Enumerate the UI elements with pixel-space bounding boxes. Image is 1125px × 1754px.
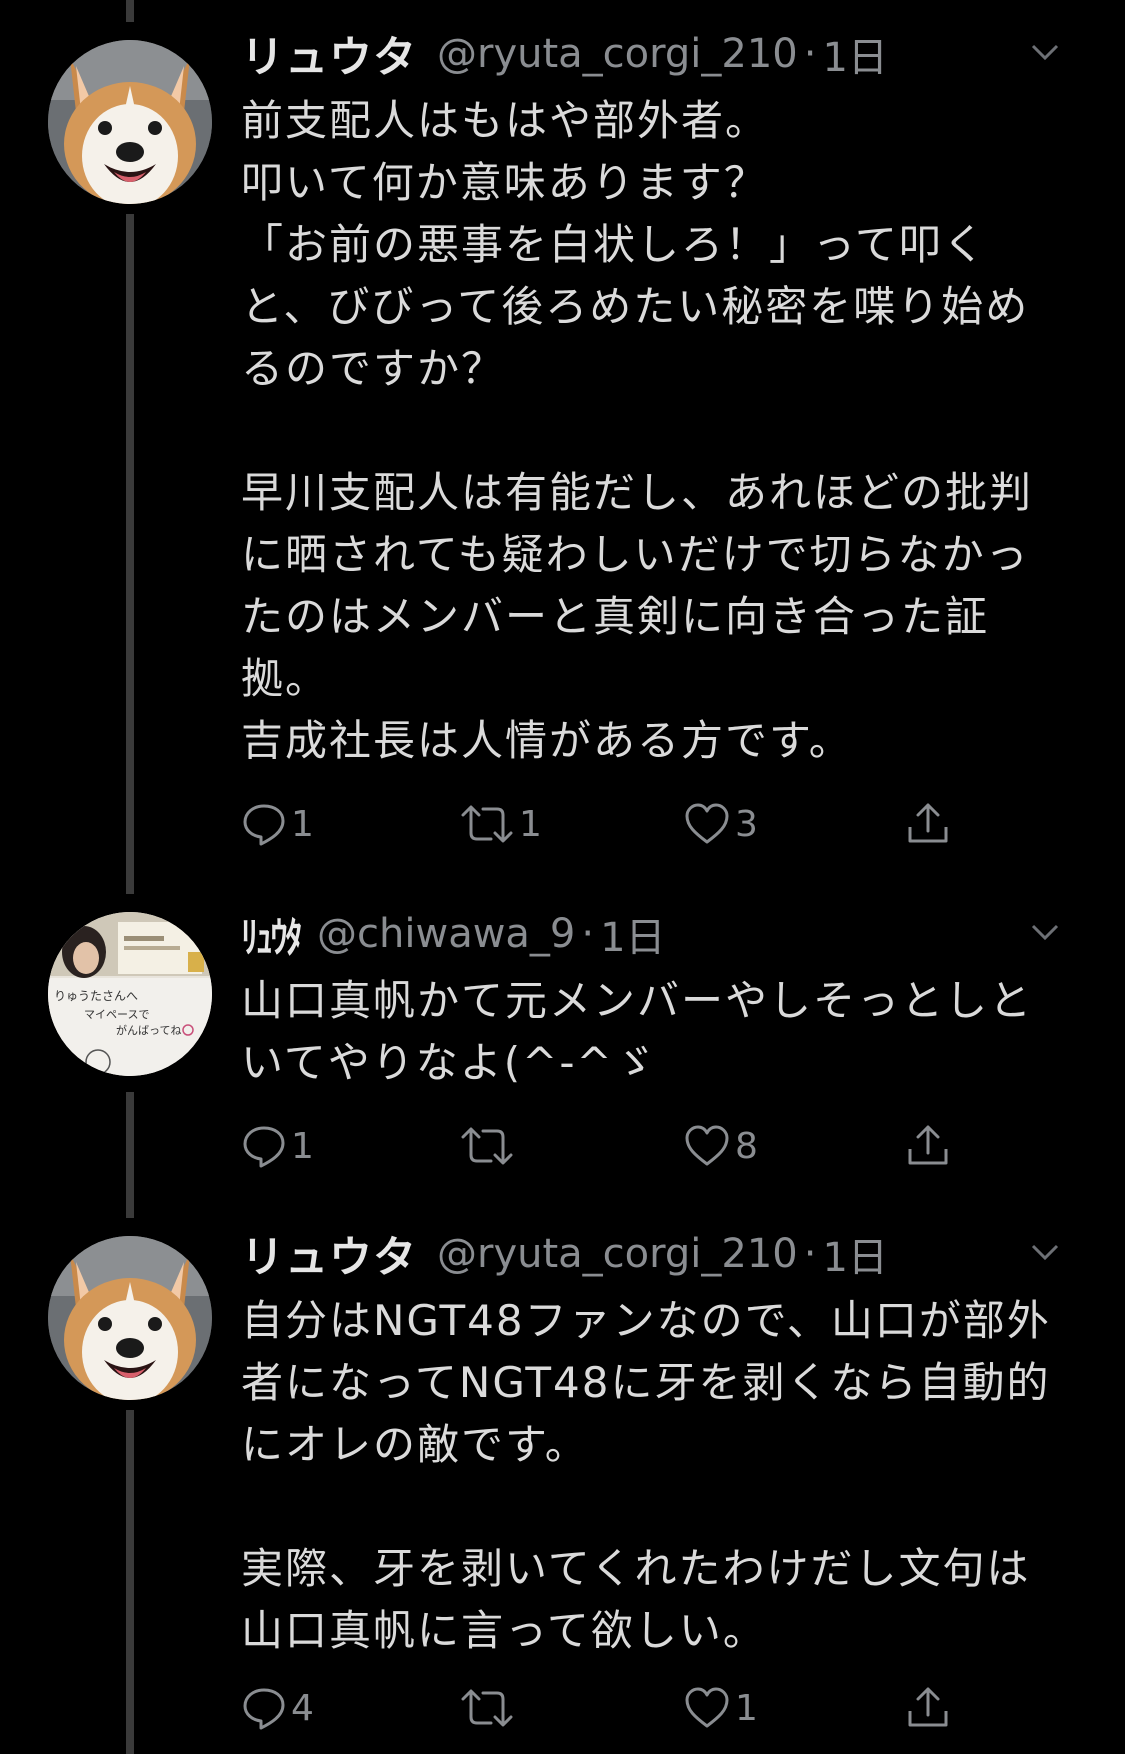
separator: ·: [581, 911, 595, 957]
text-line: 前支配人はもはや部外者。: [241, 96, 770, 145]
retweet-icon: [461, 1127, 513, 1165]
avatar[interactable]: [48, 1236, 212, 1400]
tweet-actions: 4 1: [241, 1678, 1001, 1738]
avatar-note-line: りゅうたさんへ: [54, 989, 138, 1003]
tweet-actions: 1 8: [241, 1116, 1001, 1176]
user-handle[interactable]: @ryuta_corgi_210: [437, 1231, 798, 1277]
tweet-text: 前支配人はもはや部外者。 叩いて何か意味あります？ 「お前の悪事を白状しろ！」っ…: [241, 90, 1081, 772]
like-button[interactable]: 3: [683, 794, 758, 854]
retweet-icon: [461, 805, 513, 843]
text-line: 叩いて何か意味あります？: [241, 158, 768, 207]
retweet-button[interactable]: [459, 1678, 519, 1738]
share-button[interactable]: [905, 794, 951, 854]
share-button[interactable]: [905, 1678, 951, 1738]
retweet-count: 1: [519, 803, 542, 845]
reply-icon: [243, 804, 285, 846]
heart-icon: [685, 1125, 729, 1166]
reply-icon: [243, 1126, 285, 1168]
chevron-down-icon[interactable]: [1025, 32, 1065, 72]
chevron-down-icon[interactable]: [1025, 912, 1065, 952]
share-icon: [908, 803, 948, 843]
avatar-note-line: マイペースで: [84, 1008, 149, 1021]
photo-avatar-image: りゅうたさんへ マイペースで がんばってね: [48, 912, 212, 1076]
retweet-icon: [461, 1689, 513, 1727]
tweet-header: リュウタ @ryuta_corgi_210 · 1日: [241, 24, 1065, 84]
separator: ·: [803, 31, 817, 77]
tweet-text: 自分はNGT48ファンなので、山口が部外 者になってNGT48に牙を剥くなら自動…: [241, 1290, 1081, 1662]
reply-button[interactable]: 1: [241, 1116, 314, 1176]
text-line: にオレの敵です。: [241, 1420, 589, 1469]
user-handle[interactable]: @ryuta_corgi_210: [437, 31, 798, 77]
reply-button[interactable]: 1: [241, 794, 314, 854]
text-line: いてやりなよ(^-^ゞ: [241, 1038, 658, 1087]
text-line: 「お前の悪事を白状しろ！」って叩く: [241, 220, 987, 269]
share-button[interactable]: [905, 1116, 951, 1176]
text-line: 早川支配人は有能だし、あれほどの批判: [241, 468, 1034, 517]
timestamp[interactable]: 1日: [600, 905, 665, 963]
separator: ·: [803, 1231, 817, 1277]
reply-count: 1: [291, 1125, 314, 1167]
corgi-avatar-image: [48, 40, 212, 204]
text-line: るのですか？: [241, 344, 506, 393]
retweet-button[interactable]: [459, 1116, 519, 1176]
tweet-text: 山口真帆かて元メンバーやしそっとしと いてやりなよ(^-^ゞ: [241, 970, 1081, 1094]
reply-count: 4: [291, 1687, 314, 1729]
text-line: 吉成社長は人情がある方です。: [241, 716, 853, 765]
tweet-header: ﾘｭｳﾀ @chiwawa_9 · 1日: [241, 904, 1065, 964]
display-name[interactable]: ﾘｭｳﾀ: [241, 904, 303, 965]
tweet[interactable]: りゅうたさんへ マイペースで がんばってね ﾘｭｳﾀ @chiwawa_9 · …: [0, 880, 1125, 1200]
user-handle[interactable]: @chiwawa_9: [317, 911, 575, 957]
retweet-button[interactable]: 1: [459, 794, 542, 854]
share-icon: [908, 1687, 948, 1727]
reply-count: 1: [291, 803, 314, 845]
text-line: 実際、牙を剥いてくれたわけだし文句は: [241, 1544, 1031, 1593]
timestamp[interactable]: 1日: [822, 1225, 887, 1283]
chevron-down-icon[interactable]: [1025, 1232, 1065, 1272]
heart-icon: [685, 803, 729, 844]
like-count: 3: [735, 803, 758, 845]
corgi-avatar-image: [48, 1236, 212, 1400]
reply-icon: [243, 1688, 285, 1730]
heart-icon: [685, 1687, 729, 1728]
tweet-actions: 1 1 3: [241, 794, 1001, 854]
text-line: 山口真帆に言って欲しい。: [241, 1606, 767, 1655]
like-button[interactable]: 8: [683, 1116, 758, 1176]
text-line: 拠。: [241, 654, 330, 703]
text-line: 者になってNGT48に牙を剥くなら自動的: [241, 1358, 1051, 1407]
avatar-note-line: がんばってね: [116, 1023, 181, 1037]
avatar[interactable]: りゅうたさんへ マイペースで がんばってね: [48, 912, 212, 1076]
text-line: たのはメンバーと真剣に向き合った証: [241, 592, 990, 641]
text-line: に晒されても疑わしいだけで切らなかっ: [241, 530, 1030, 579]
tweet[interactable]: リュウタ @ryuta_corgi_210 · 1日 自分はNGT48ファンなの…: [0, 1200, 1125, 1754]
reply-button[interactable]: 4: [241, 1678, 314, 1738]
timestamp[interactable]: 1日: [822, 25, 887, 83]
like-button[interactable]: 1: [683, 1678, 758, 1738]
like-count: 1: [735, 1687, 758, 1729]
like-count: 8: [735, 1125, 758, 1167]
avatar[interactable]: [48, 40, 212, 204]
share-icon: [908, 1125, 948, 1165]
text-line: 山口真帆かて元メンバーやしそっとしと: [241, 976, 1034, 1025]
text-line: と、びびって後ろめたい秘密を喋り始め: [241, 282, 1030, 331]
text-line: 自分はNGT48ファンなので、山口が部外: [241, 1296, 1051, 1345]
display-name[interactable]: リュウタ: [241, 1223, 417, 1285]
tweet[interactable]: リュウタ @ryuta_corgi_210 · 1日 前支配人はもはや部外者。 …: [0, 0, 1125, 880]
display-name[interactable]: リュウタ: [241, 23, 417, 85]
tweet-header: リュウタ @ryuta_corgi_210 · 1日: [241, 1224, 1065, 1284]
